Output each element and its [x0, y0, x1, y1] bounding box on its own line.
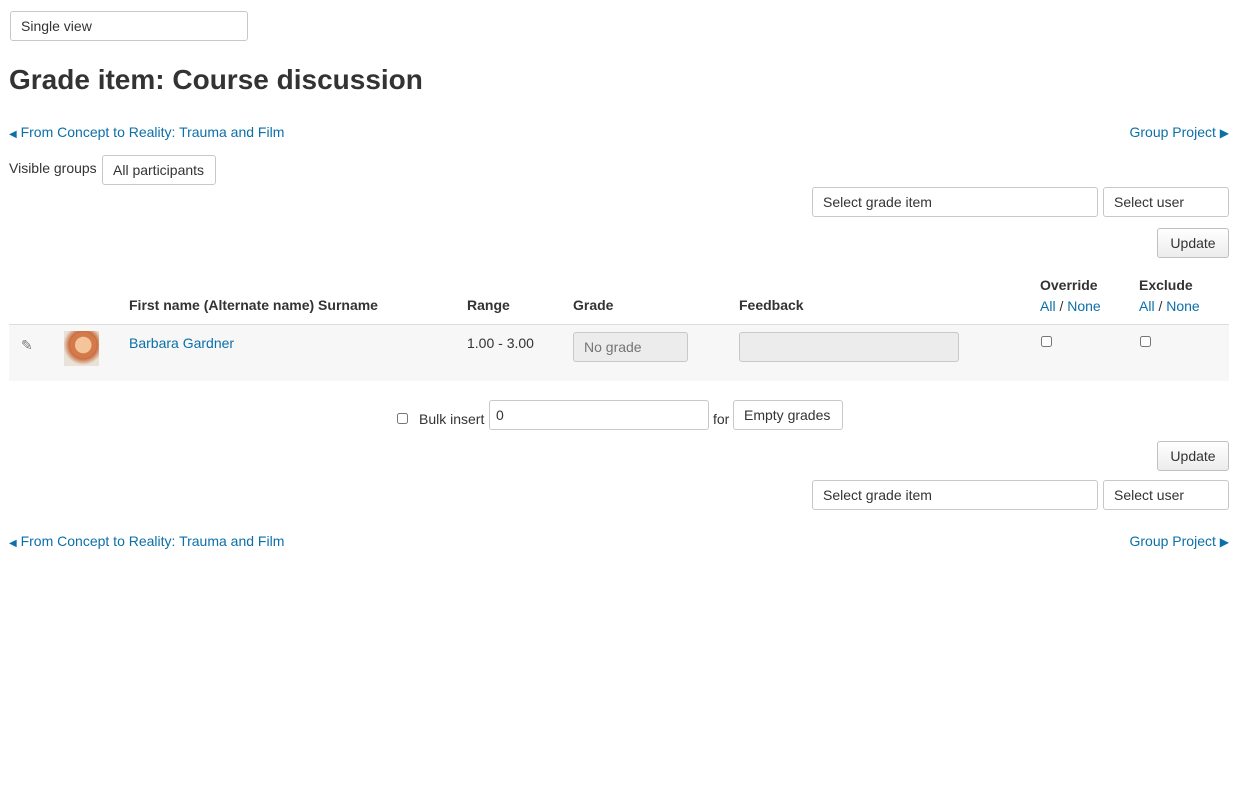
prev-item-link[interactable]: ◀ From Concept to Reality: Trauma and Fi… [9, 124, 284, 140]
groups-select[interactable]: All participants [102, 155, 216, 185]
pencil-icon[interactable]: ✎ [21, 337, 33, 354]
header-exclude: Exclude [1139, 277, 1193, 293]
prev-arrow-icon-bottom: ◀ [9, 538, 17, 549]
next-item-link-bottom[interactable]: Group Project ▶ [1130, 533, 1230, 549]
update-button-bottom[interactable]: Update [1157, 441, 1229, 471]
prev-item-label-bottom: From Concept to Reality: Trauma and Film [20, 533, 285, 549]
header-grade: Grade [573, 297, 614, 313]
next-item-link[interactable]: Group Project ▶ [1130, 124, 1230, 140]
header-feedback: Feedback [739, 297, 804, 313]
bulk-target-select[interactable]: Empty grades [733, 400, 843, 430]
user-select[interactable]: Select user [1103, 187, 1229, 217]
bulk-for-label: for [713, 411, 730, 427]
grade-item-select-bottom[interactable]: Select grade item [812, 480, 1098, 510]
page-title: Grade item: Course discussion [9, 64, 423, 95]
header-range: Range [467, 297, 510, 313]
override-none-link[interactable]: None [1067, 298, 1100, 314]
next-arrow-icon: ▶ [1219, 126, 1229, 140]
prev-arrow-icon: ◀ [9, 129, 17, 140]
bulk-insert-checkbox[interactable] [397, 413, 408, 424]
bulk-insert-value[interactable] [489, 400, 709, 430]
exclude-checkbox[interactable] [1140, 336, 1151, 347]
view-select[interactable]: Single view [10, 11, 248, 41]
override-all-link[interactable]: All [1040, 298, 1056, 314]
next-item-label-bottom: Group Project [1129, 533, 1216, 549]
header-override: Override [1040, 277, 1098, 293]
prev-item-label: From Concept to Reality: Trauma and Film [20, 124, 285, 140]
update-button-top[interactable]: Update [1157, 228, 1229, 258]
override-checkbox[interactable] [1041, 336, 1052, 347]
header-name: First name (Alternate name) Surname [129, 297, 378, 313]
range-value: 1.00 - 3.00 [467, 335, 534, 351]
override-select-links: All / None [1040, 298, 1101, 314]
visible-groups-label: Visible groups [9, 160, 97, 176]
bulk-insert-label: Bulk insert [419, 411, 485, 427]
override-separator: / [1059, 298, 1064, 314]
exclude-all-link[interactable]: All [1139, 298, 1155, 314]
user-name-link[interactable]: Barbara Gardner [129, 335, 234, 351]
prev-item-link-bottom[interactable]: ◀ From Concept to Reality: Trauma and Fi… [9, 533, 284, 549]
next-arrow-icon-bottom: ▶ [1219, 535, 1229, 549]
next-item-label: Group Project [1129, 124, 1216, 140]
exclude-none-link[interactable]: None [1166, 298, 1199, 314]
user-select-bottom[interactable]: Select user [1103, 480, 1229, 510]
feedback-input[interactable] [739, 332, 959, 362]
user-avatar [64, 331, 99, 366]
grade-item-select[interactable]: Select grade item [812, 187, 1098, 217]
exclude-separator: / [1158, 298, 1163, 314]
exclude-select-links: All / None [1139, 298, 1200, 314]
grade-input[interactable] [573, 332, 688, 362]
